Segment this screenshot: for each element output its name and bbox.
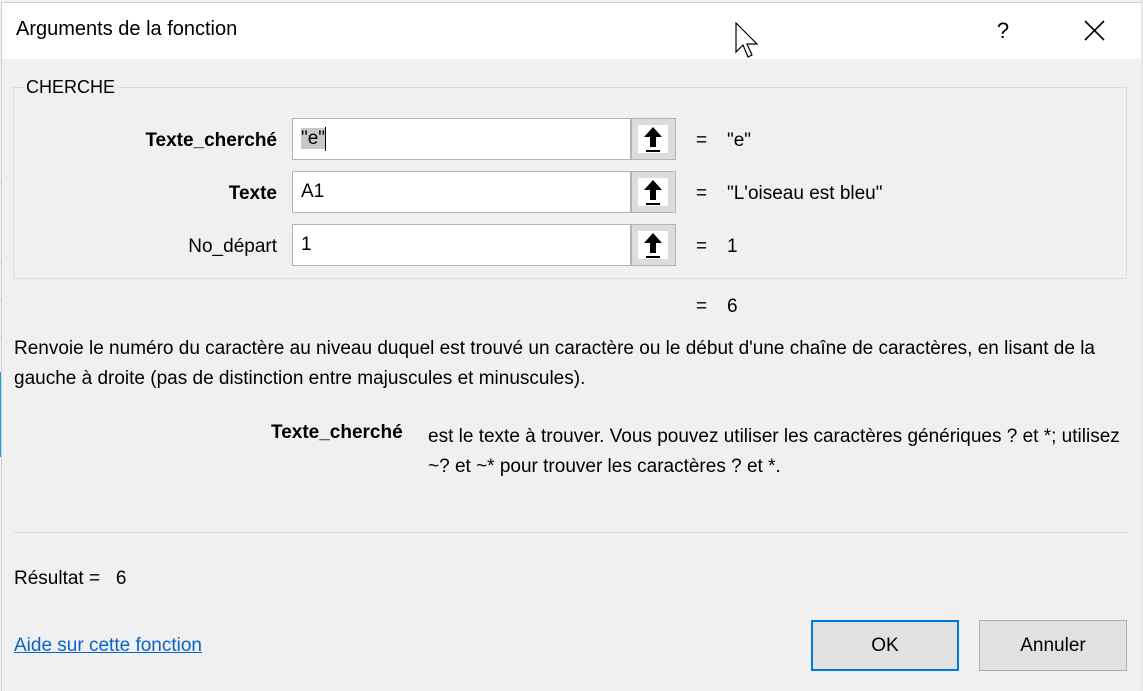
arg-input-texte[interactable]: A1 [292, 171, 631, 213]
dialog-title: Arguments de la fonction [16, 18, 238, 40]
help-link[interactable]: Aide sur cette fonction [14, 635, 202, 657]
collapse-dialog-button[interactable] [631, 118, 676, 160]
arrow-up-icon [644, 180, 662, 205]
result-value: 6 [115, 568, 127, 589]
close-button[interactable] [1074, 11, 1114, 51]
result-label: Résultat = [14, 568, 101, 589]
arg-label-texte-cherche: Texte_cherché [145, 130, 277, 151]
param-help-name: Texte_cherché [271, 422, 403, 443]
function-description: Renvoie le numéro du caractère au niveau… [14, 338, 1095, 389]
mouse-pointer-icon [735, 22, 759, 58]
help-button[interactable]: ? [988, 11, 1018, 51]
arg-evaluated-value: 1 [727, 236, 738, 257]
text-caret [325, 126, 327, 151]
arg-evaluated-value: "L'oiseau est bleu" [727, 183, 883, 204]
result-row: Résultat = 6 [14, 568, 127, 590]
arg-label-no-depart: No_départ [188, 236, 277, 257]
separator [14, 532, 1128, 533]
ok-button[interactable]: OK [811, 620, 959, 671]
title-bar[interactable]: Arguments de la fonction ? [2, 3, 1141, 59]
equals-sign: = [696, 236, 708, 257]
equals-sign: = [696, 296, 708, 317]
equals-sign: = [696, 183, 708, 204]
arg-label-texte: Texte [228, 183, 277, 204]
collapse-dialog-button[interactable] [631, 171, 676, 213]
cancel-button[interactable]: Annuler [979, 620, 1127, 671]
close-icon [1084, 20, 1105, 41]
arrow-up-icon [644, 233, 662, 258]
function-name: CHERCHE [24, 77, 118, 98]
arrow-up-icon [644, 127, 662, 152]
arg-evaluated-value: "e" [727, 130, 752, 151]
arg-input-texte-cherche[interactable]: "e" [292, 118, 631, 160]
arg-input-no-depart[interactable]: 1 [292, 224, 631, 266]
param-help-text: est le texte à trouver. Vous pouvez util… [428, 426, 1120, 477]
collapse-dialog-button[interactable] [631, 224, 676, 266]
formula-result-value: 6 [727, 296, 738, 317]
equals-sign: = [696, 130, 708, 151]
selected-text: "e" [301, 128, 326, 149]
